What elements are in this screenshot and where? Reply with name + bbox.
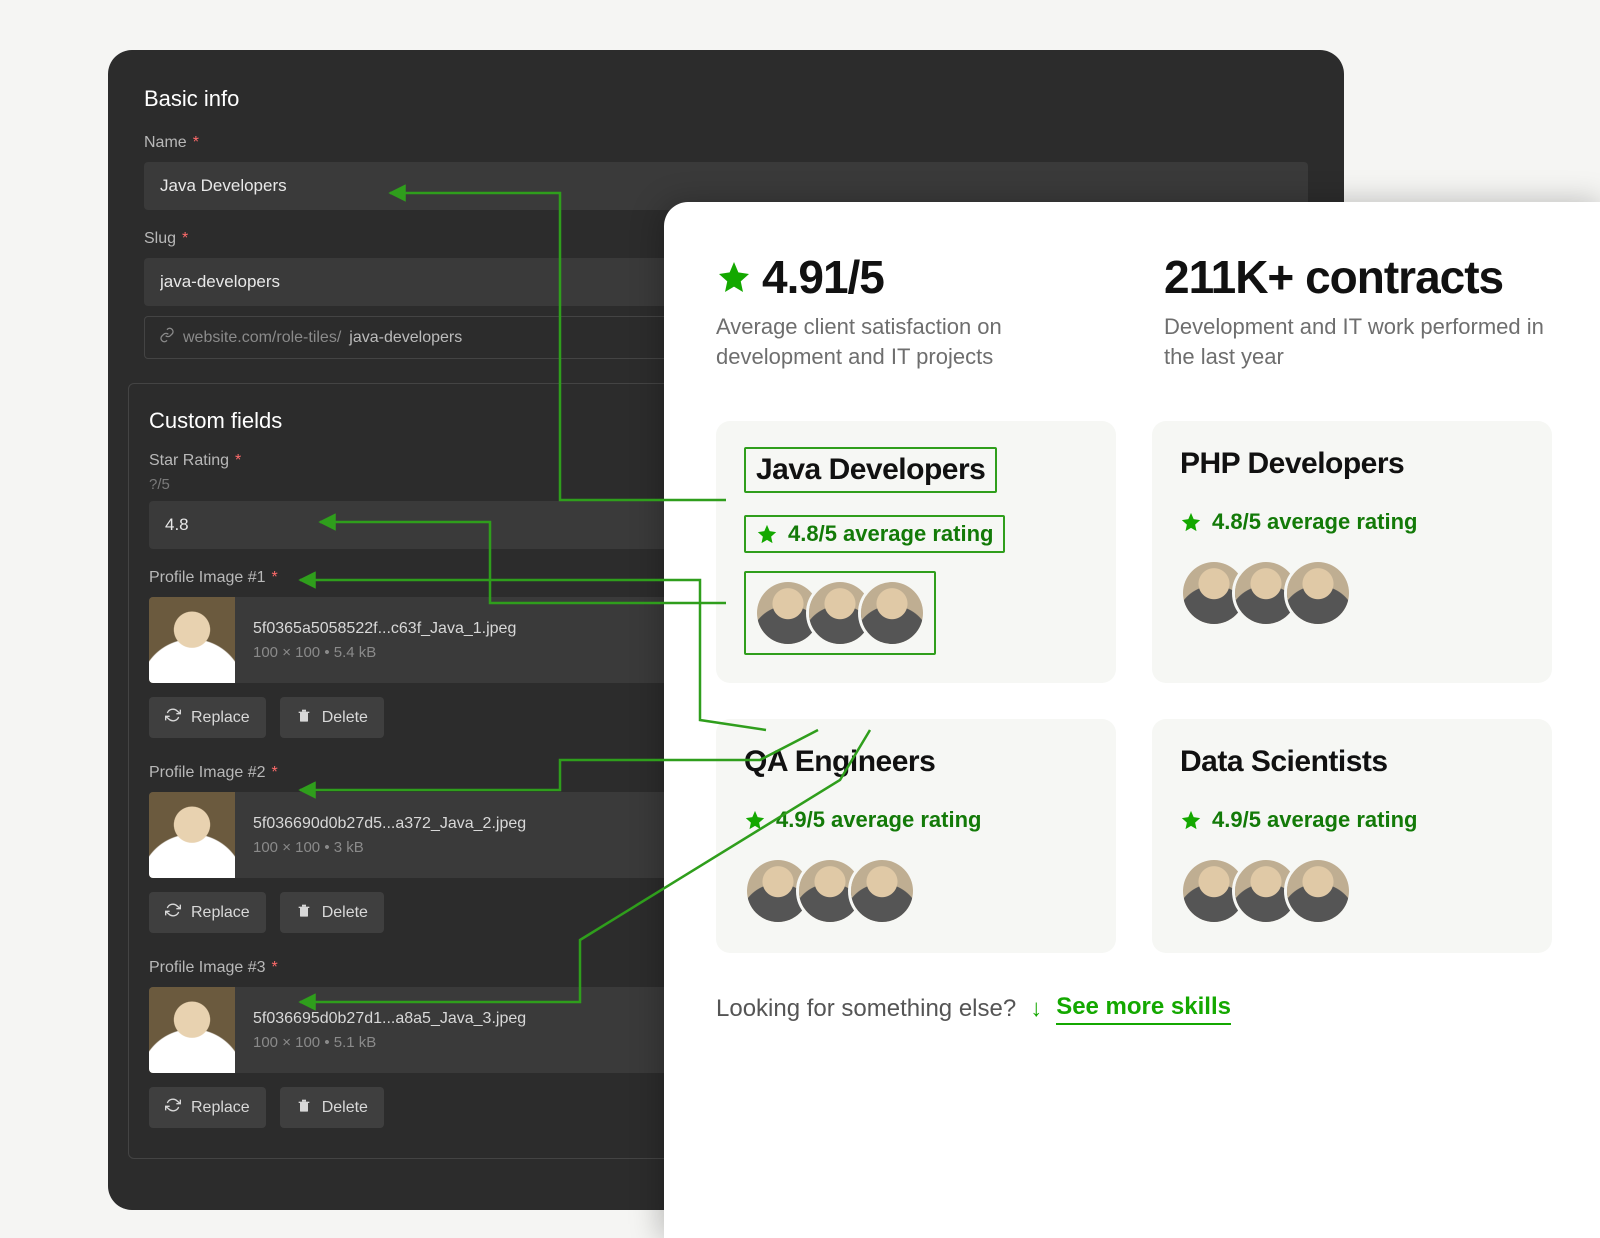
required-asterisk-icon: * xyxy=(182,230,188,248)
stat-contracts: 211K+ contracts Development and IT work … xyxy=(1164,250,1552,371)
preview-panel: 4.91/5 Average client satisfaction on de… xyxy=(664,202,1600,1238)
trash-icon xyxy=(296,1097,312,1118)
avatar xyxy=(848,857,916,925)
trash-icon xyxy=(296,902,312,923)
star-icon xyxy=(744,809,766,831)
role-card-java-developers[interactable]: Java Developers 4.8/5 average rating xyxy=(716,421,1116,683)
trash-icon xyxy=(296,707,312,728)
role-card-rating: 4.8/5 average rating xyxy=(788,521,993,547)
stat-rating-value: 4.91/5 xyxy=(762,250,884,304)
required-asterisk-icon: * xyxy=(272,764,278,782)
avatar xyxy=(1284,857,1352,925)
refresh-icon xyxy=(165,902,181,923)
profile-image-3-thumb xyxy=(149,987,235,1073)
stat-contracts-value: 211K+ contracts xyxy=(1164,250,1503,304)
role-card-php-developers[interactable]: PHP Developers 4.8/5 average rating xyxy=(1152,421,1552,683)
delete-button[interactable]: Delete xyxy=(280,892,384,933)
see-more-skills-link[interactable]: See more skills xyxy=(1056,993,1231,1025)
role-card-title: PHP Developers xyxy=(1180,447,1524,481)
profile-image-1-thumb xyxy=(149,597,235,683)
profile-image-2-thumb xyxy=(149,792,235,878)
required-asterisk-icon: * xyxy=(272,569,278,587)
star-icon xyxy=(1180,511,1202,533)
replace-button[interactable]: Replace xyxy=(149,697,266,738)
replace-button[interactable]: Replace xyxy=(149,1087,266,1128)
required-asterisk-icon: * xyxy=(193,134,199,152)
role-card-avatars xyxy=(1180,857,1524,925)
role-card-title: QA Engineers xyxy=(744,745,1088,779)
role-card-qa-engineers[interactable]: QA Engineers 4.9/5 average rating xyxy=(716,719,1116,953)
stat-contracts-caption: Development and IT work performed in the… xyxy=(1164,312,1552,371)
section-title-basic-info: Basic info xyxy=(144,86,1308,112)
refresh-icon xyxy=(165,1097,181,1118)
star-icon xyxy=(1180,809,1202,831)
footer-row: Looking for something else? ↓ See more s… xyxy=(716,993,1552,1025)
name-label: Name* xyxy=(144,134,1308,152)
required-asterisk-icon: * xyxy=(235,452,241,470)
role-card-avatars xyxy=(754,579,926,647)
footer-prompt: Looking for something else? xyxy=(716,995,1016,1023)
role-card-rating: 4.9/5 average rating xyxy=(1212,807,1417,833)
stat-rating-caption: Average client satisfaction on developme… xyxy=(716,312,1104,371)
refresh-icon xyxy=(165,707,181,728)
role-card-rating: 4.8/5 average rating xyxy=(1212,509,1417,535)
role-card-avatars xyxy=(1180,559,1524,627)
role-card-data-scientists[interactable]: Data Scientists 4.9/5 average rating xyxy=(1152,719,1552,953)
delete-button[interactable]: Delete xyxy=(280,1087,384,1128)
delete-button[interactable]: Delete xyxy=(280,697,384,738)
role-card-title: Java Developers xyxy=(756,453,985,487)
role-card-title: Data Scientists xyxy=(1180,745,1524,779)
arrow-down-icon: ↓ xyxy=(1030,995,1042,1023)
link-icon xyxy=(159,327,175,348)
stat-rating: 4.91/5 Average client satisfaction on de… xyxy=(716,250,1104,371)
star-icon xyxy=(716,259,752,295)
role-card-rating: 4.9/5 average rating xyxy=(776,807,981,833)
role-card-avatars xyxy=(744,857,1088,925)
star-icon xyxy=(756,523,778,545)
replace-button[interactable]: Replace xyxy=(149,892,266,933)
required-asterisk-icon: * xyxy=(272,959,278,977)
avatar xyxy=(858,579,926,647)
avatar xyxy=(1284,559,1352,627)
